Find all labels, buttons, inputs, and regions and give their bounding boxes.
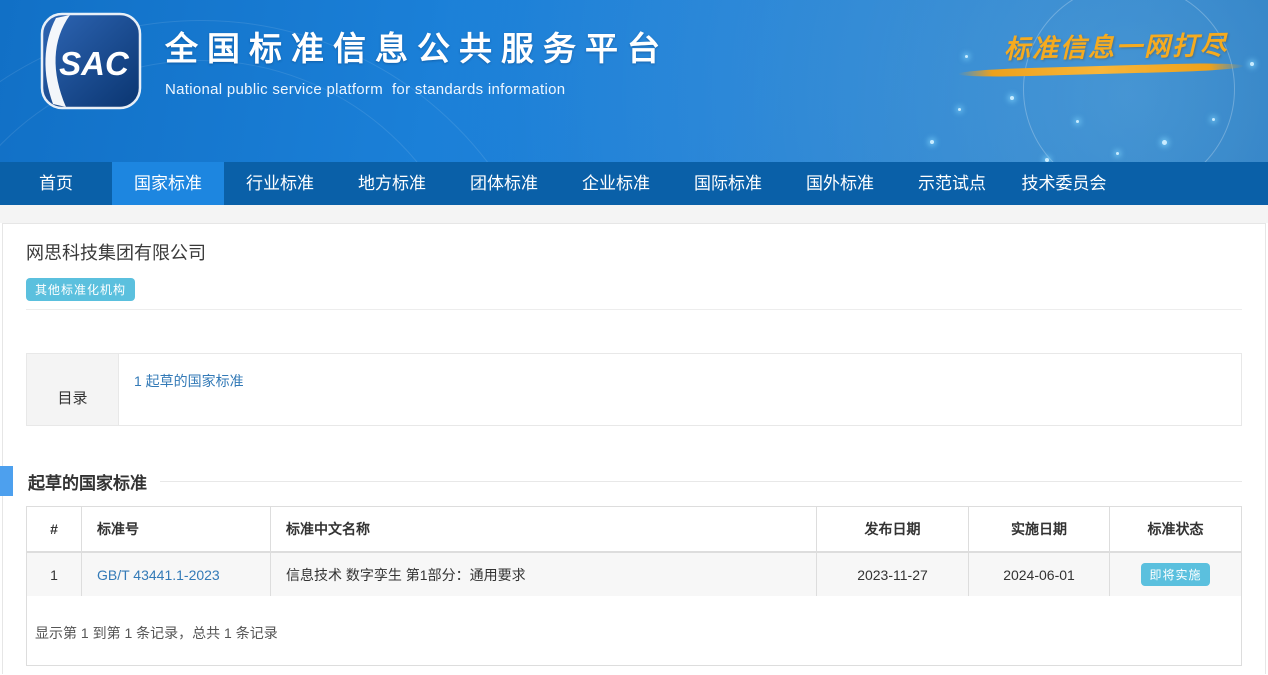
toc-link-drafted-national-standards[interactable]: 1 起草的国家标准 [134,373,244,389]
nav-item-pilot-demonstration[interactable]: 示范试点 [896,162,1008,205]
organization-name: 网思科技集团有限公司 [26,224,1242,265]
nav-item-industry-standards[interactable]: 行业标准 [224,162,336,205]
glow-dot-decoration [965,55,968,58]
glow-dot-decoration [1250,62,1254,66]
glow-dot-decoration [1045,158,1049,162]
standards-table: # 标准号 标准中文名称 发布日期 实施日期 标准状态 1 GB/T 43441… [27,507,1241,596]
glow-dot-decoration [1010,96,1014,100]
nav-item-international-standards[interactable]: 国际标准 [672,162,784,205]
nav-item-foreign-standards[interactable]: 国外标准 [784,162,896,205]
divider [26,309,1242,310]
nav-item-local-standards[interactable]: 地方标准 [336,162,448,205]
table-header-row: # 标准号 标准中文名称 发布日期 实施日期 标准状态 [27,507,1241,552]
toc-content: 1 起草的国家标准 [119,354,1241,425]
main-navigation: 首页 国家标准 行业标准 地方标准 团体标准 企业标准 国际标准 国外标准 示范… [0,162,1268,205]
header-implement-date: 实施日期 [969,507,1110,552]
table-row: 1 GB/T 43441.1-2023 信息技术 数字孪生 第1部分：通用要求 … [27,552,1241,596]
globe-decoration [1023,0,1235,162]
svg-text:SAC: SAC [59,45,130,82]
site-banner: SAC 全国标准信息公共服务平台 National public service… [0,0,1268,162]
content-top-spacer [0,205,1268,223]
sac-logo-icon: SAC [40,12,142,110]
cell-status: 即将实施 [1110,552,1242,596]
site-subtitle: National public service platform for sta… [165,81,669,98]
section-marker-bar [0,466,13,496]
site-title: 全国标准信息公共服务平台 [165,22,669,70]
content-card: 网思科技集团有限公司 其他标准化机构 目录 1 起草的国家标准 起草的国家标准 … [2,223,1266,674]
nav-item-technical-committees[interactable]: 技术委员会 [1008,162,1120,205]
glow-dot-decoration [1076,120,1079,123]
toc-label: 目录 [27,354,119,425]
header-standard-name: 标准中文名称 [271,507,817,552]
status-badge: 即将实施 [1141,563,1209,586]
nav-item-national-standards[interactable]: 国家标准 [112,162,224,205]
organization-type-badge: 其他标准化机构 [26,278,135,301]
glow-dot-decoration [930,140,934,144]
records-summary: 显示第 1 到第 1 条记录，总共 1 条记录 [27,596,1241,665]
glow-dot-decoration [1212,118,1215,121]
toc-panel: 目录 1 起草的国家标准 [26,353,1242,426]
header-status: 标准状态 [1110,507,1242,552]
site-title-block: 全国标准信息公共服务平台 National public service pla… [165,22,669,98]
nav-item-home[interactable]: 首页 [0,162,112,205]
cell-standard-code: GB/T 43441.1-2023 [82,552,271,596]
nav-item-group-standards[interactable]: 团体标准 [448,162,560,205]
section-title: 起草的国家标准 [26,469,147,494]
cell-standard-name: 信息技术 数字孪生 第1部分：通用要求 [271,552,817,596]
section-header: 起草的国家标准 [26,466,1242,496]
banner-slogan: 标准信息一网打尽 [985,25,1248,67]
glow-dot-decoration [1162,140,1167,145]
glow-dot-decoration [1116,152,1119,155]
nav-item-enterprise-standards[interactable]: 企业标准 [560,162,672,205]
standard-code-link[interactable]: GB/T 43441.1-2023 [97,567,220,583]
cell-implement-date: 2024-06-01 [969,552,1110,596]
header-standard-code: 标准号 [82,507,271,552]
section-divider-line [160,481,1242,482]
cell-publish-date: 2023-11-27 [817,552,969,596]
sac-logo[interactable]: SAC [40,12,142,115]
header-publish-date: 发布日期 [817,507,969,552]
glow-dot-decoration [958,108,961,111]
cell-index: 1 [27,552,82,596]
header-index: # [27,507,82,552]
standards-table-container: # 标准号 标准中文名称 发布日期 实施日期 标准状态 1 GB/T 43441… [26,506,1242,666]
